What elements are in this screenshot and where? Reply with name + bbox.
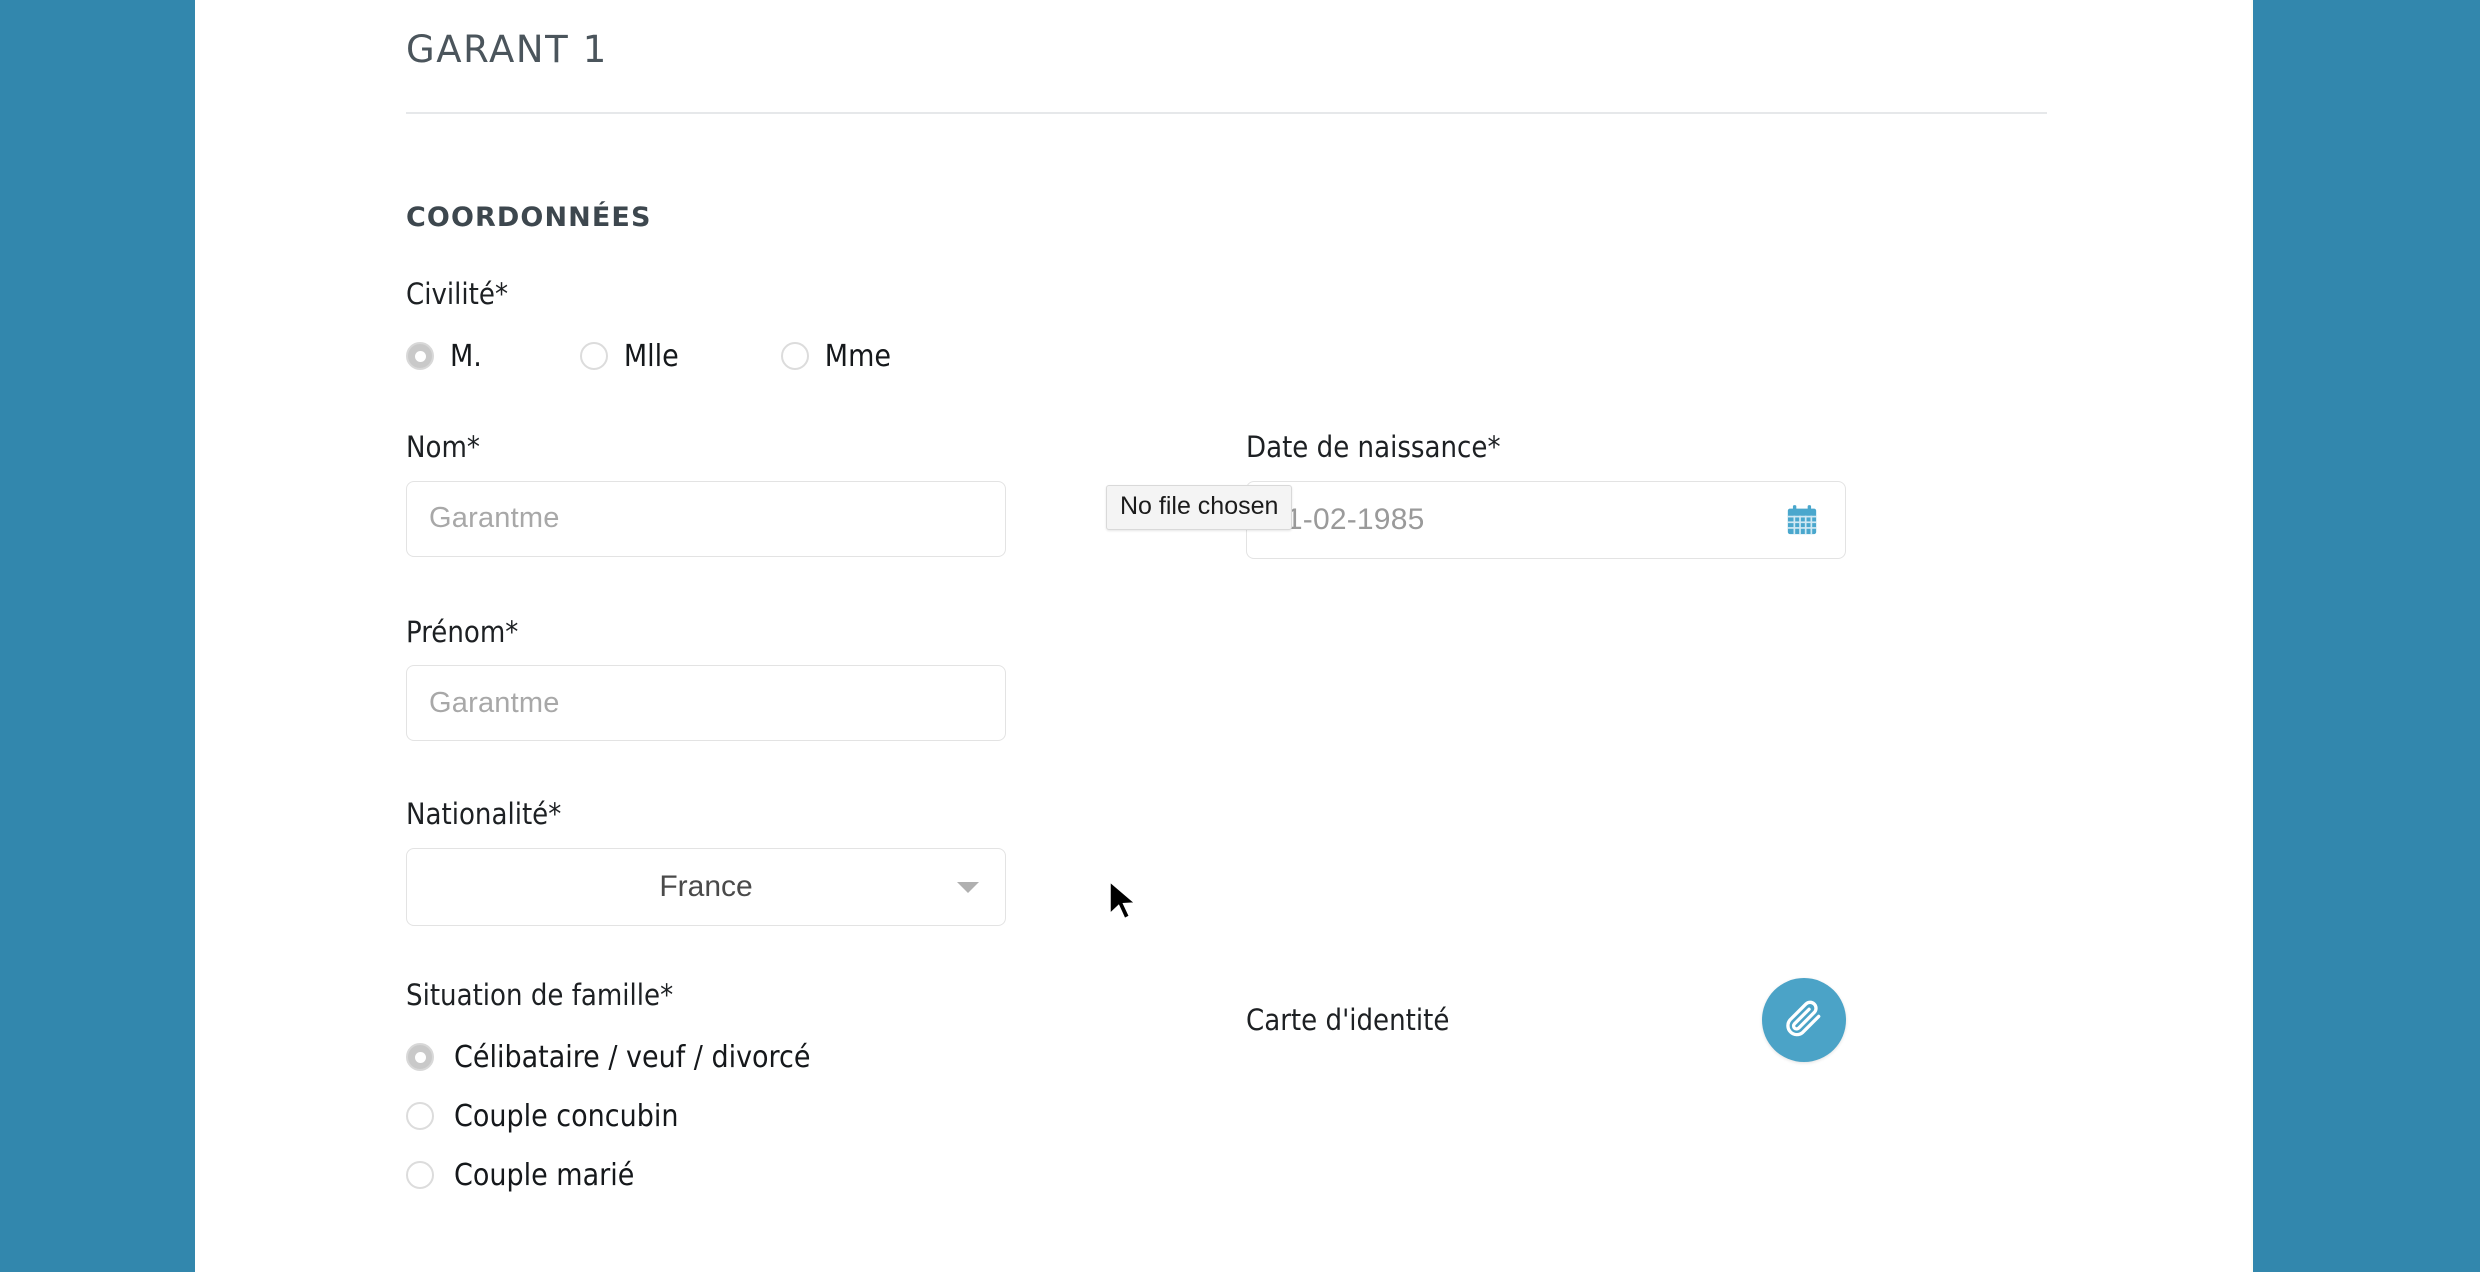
prenom-placeholder: Garantme	[429, 686, 560, 719]
nom-label: Nom*	[406, 429, 480, 464]
row-nom-date: Nom* Garantme Date de naissance* 01-02-1…	[406, 374, 2048, 559]
civilite-label: Civilité*	[406, 277, 508, 311]
radio-dot-selected-icon	[406, 1043, 434, 1072]
radio-dot-icon	[406, 1161, 434, 1190]
nationalite-field: Nationalité* France	[406, 797, 1246, 927]
prenom-field: Prénom* Garantme	[406, 615, 1246, 742]
date-naissance-wrapper: 01-02-1985 No file chosen	[1106, 480, 2046, 559]
prenom-label: Prénom*	[406, 614, 519, 649]
page-title: GARANT 1	[406, 28, 608, 71]
page-sheet: GARANT 1 COORDONNÉES Civilité* M. Mlle M…	[195, 0, 2253, 1272]
situation-famille-label: Situation de famille*	[406, 978, 674, 1013]
radio-civilite-m[interactable]: M.	[406, 339, 482, 374]
row-nationalite: Nationalité* France	[406, 741, 2048, 927]
no-file-chosen-tooltip: No file chosen	[1106, 484, 1293, 530]
radio-dot-icon	[406, 1102, 434, 1131]
calendar-icon[interactable]	[1785, 503, 1819, 537]
radio-civilite-mlle-label: Mlle	[623, 338, 679, 374]
row-situation-carte: Situation de famille* Célibataire / veuf…	[406, 978, 2048, 1193]
date-naissance-field: Date de naissance* 01-02-1985 No file ch…	[1106, 429, 2046, 559]
nationalite-selected-value: France	[659, 870, 753, 904]
radio-situation-concubin-label: Couple concubin	[454, 1098, 679, 1134]
nom-input[interactable]: Garantme	[406, 480, 1006, 557]
situation-famille-field: Situation de famille* Célibataire / veuf…	[406, 978, 1246, 1193]
radio-situation-concubin[interactable]: Couple concubin	[406, 1099, 1246, 1134]
nationalite-select[interactable]: France	[406, 848, 1006, 927]
radio-civilite-mme-label: Mme	[824, 338, 891, 374]
radio-situation-celibataire-label: Célibataire / veuf / divorcé	[454, 1039, 811, 1075]
carte-identite-label: Carte d'identité	[1246, 1002, 1450, 1037]
paperclip-icon	[1783, 997, 1825, 1043]
form-content: GARANT 1 COORDONNÉES Civilité* M. Mlle M…	[406, 0, 2048, 1193]
nom-placeholder: Garantme	[429, 502, 560, 535]
radio-situation-marie[interactable]: Couple marié	[406, 1158, 1246, 1193]
radio-situation-marie-label: Couple marié	[454, 1157, 635, 1193]
civilite-field: Civilité* M. Mlle Mme	[406, 277, 2048, 374]
row-prenom: Prénom* Garantme	[406, 559, 2048, 742]
chevron-down-icon	[957, 882, 979, 894]
radio-dot-icon	[780, 342, 809, 371]
radio-situation-celibataire[interactable]: Célibataire / veuf / divorcé	[406, 1040, 1246, 1075]
subsection-title-coordonnees: COORDONNÉES	[406, 202, 652, 233]
carte-identite-field: Carte d'identité	[1246, 978, 2046, 1193]
radio-civilite-mme[interactable]: Mme	[780, 338, 891, 374]
radio-civilite-m-label: M.	[450, 338, 482, 374]
date-naissance-placeholder: 01-02-1985	[1269, 502, 1425, 536]
date-naissance-input[interactable]: 01-02-1985	[1246, 480, 1846, 559]
date-naissance-label: Date de naissance*	[1246, 429, 1501, 464]
radio-civilite-mlle[interactable]: Mlle	[579, 338, 679, 374]
row-prenom-spacer	[1246, 559, 2046, 742]
title-divider	[406, 112, 2047, 114]
row-nationalite-spacer	[1246, 741, 2046, 926]
carte-identite-upload-button[interactable]	[1762, 978, 1846, 1063]
civilite-radio-group: M. Mlle Mme	[406, 339, 2048, 374]
radio-dot-selected-icon	[406, 342, 434, 371]
situation-famille-radio-group: Célibataire / veuf / divorcé Couple conc…	[406, 1040, 1246, 1193]
radio-dot-icon	[579, 342, 608, 371]
prenom-input[interactable]: Garantme	[406, 665, 1006, 742]
sheet-right-edge	[2251, 0, 2253, 1272]
nationalite-label: Nationalité*	[406, 797, 562, 832]
